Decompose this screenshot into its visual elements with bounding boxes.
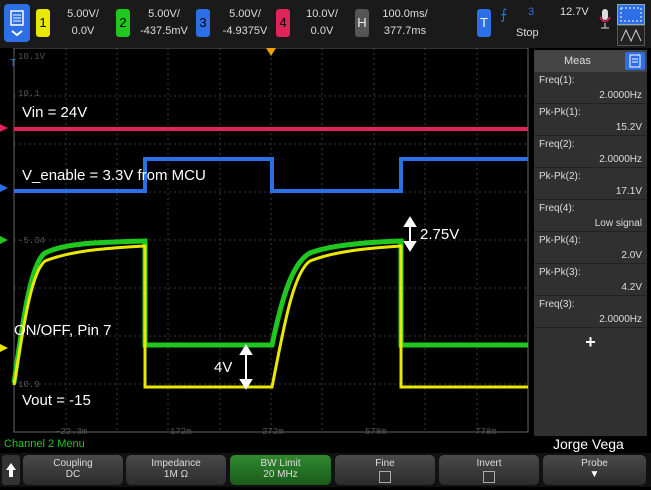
channel-3-number: 3 [196,9,210,37]
top-status-bar: 1 5.00V/ 0.0V 2 5.00V/ -437.5mV 3 5.00V/… [0,0,651,48]
measurement-value: Low signal [534,216,647,232]
menu-icon[interactable] [4,4,30,42]
annotation-venable: V_enable = 3.3V from MCU [22,167,206,184]
time-label: 578m [365,427,387,437]
softkey-label: Fine [375,458,395,469]
measurement-value: 17.1V [534,184,647,200]
measurement-menu-icon[interactable] [625,52,645,70]
coupling-softkey[interactable]: Coupling DC [23,455,123,485]
annotation-vin: Vin = 24V [22,104,88,121]
measurement-name: Freq(3): [539,299,575,310]
softkey-label: Probe [581,458,608,469]
channel-4-number: 4 [276,9,290,37]
measurement-value: 2.0000Hz [534,88,647,104]
measurement-item[interactable]: Pk-Pk(1): 15.2V [534,104,647,136]
measurement-name: Pk-Pk(3): [539,267,581,278]
annotation-onoff: ON/OFF, Pin 7 [14,322,112,339]
channel-2-scale: 5.00V/ [148,8,180,20]
measurement-name: Pk-Pk(1): [539,107,581,118]
time-label: 172m [170,427,192,437]
channel-1-number: 1 [36,9,50,37]
measurement-item[interactable]: Pk-Pk(4): 2.0V [534,232,647,264]
annotation-vout: Vout = -15 [22,392,91,409]
screenshot-icon[interactable] [617,4,645,25]
channel-3-scale: 5.00V/ [229,8,261,20]
waveform-icon[interactable] [617,25,645,46]
measurement-title: Meas [564,55,591,67]
channel-2-offset: -437.5mV [140,25,188,37]
left-label: 10.9 [18,380,40,390]
fine-softkey[interactable]: Fine [335,455,435,485]
time-label: -22.3m [55,427,87,437]
microphone-icon[interactable] [598,8,612,39]
annotation-delta-2-75v: 2.75V [420,226,460,243]
measurement-value: 15.2V [534,120,647,136]
measurement-header: Meas [534,50,647,72]
measurement-panel: Meas Freq(1): 2.0000Hz Pk-Pk(1): 15.2V Fre… [534,50,647,436]
author-label: Jorge Vega [553,436,624,452]
probe-down-icon: ▼ [589,469,600,480]
measurement-value: 2.0V [534,248,647,264]
measurement-value: 2.0000Hz [534,312,647,328]
horizontal-label: H [355,9,369,37]
trigger-edge-icon: ⨍ [500,6,508,22]
measurement-value: 4.2V [534,280,647,296]
invert-checkbox[interactable] [483,471,495,483]
horizontal-delay: 377.7ms [383,25,427,37]
measurement-item[interactable]: Freq(4): Low signal [534,200,647,232]
measurement-item[interactable]: Pk-Pk(2): 17.1V [534,168,647,200]
measurement-name: Pk-Pk(4): [539,235,581,246]
trigger-level: 12.7V [560,6,589,18]
time-label: 272m [262,427,284,437]
measurement-item[interactable]: Freq(1): 2.0000Hz [534,72,647,104]
measurement-item[interactable]: Freq(3): 2.0000Hz [534,296,647,328]
invert-softkey[interactable]: Invert [439,455,539,485]
impedance-softkey[interactable]: Impedance 1M Ω [126,455,226,485]
time-label: 778m [475,427,497,437]
measurement-name: Freq(1): [539,75,575,86]
softkey-label: Impedance [151,458,201,469]
trigger-marker-label: T [10,58,16,69]
softkey-label: BW Limit [260,458,301,469]
trigger-label: T [477,9,491,37]
measurement-name: Freq(4): [539,203,575,214]
channel-1-offset: 0.0V [71,25,95,37]
softkey-value: 1M Ω [163,469,189,480]
channel-2-number: 2 [116,9,130,37]
channel-1-scale: 5.00V/ [67,8,99,20]
probe-softkey[interactable]: Probe ▼ [543,455,646,485]
fine-checkbox[interactable] [379,471,391,483]
left-label: 10.1V [18,52,46,62]
measurement-name: Pk-Pk(2): [539,171,581,182]
measurement-item[interactable]: Freq(2): 2.0000Hz [534,136,647,168]
back-button[interactable] [2,455,20,485]
measurement-item[interactable]: Pk-Pk(3): 4.2V [534,264,647,296]
annotation-delta-4v: 4V [214,359,233,376]
bw-limit-softkey[interactable]: BW Limit 20 MHz [230,455,331,485]
measurement-value: 2.0000Hz [534,152,647,168]
horizontal-scale: 100.0ms/ [382,8,428,20]
left-label: -5.34 [18,236,45,246]
measurement-name: Freq(2): [539,139,575,150]
softkey-value: DC [65,469,81,480]
menu-title: Channel 2 Menu [4,438,85,450]
channel-4-offset: 0.0V [310,25,334,37]
channel-3-offset: -4.9375V [222,25,268,37]
trigger-mode: Stop [516,27,539,39]
channel-4-scale: 10.0V/ [306,8,338,20]
add-measurement-button[interactable]: + [534,332,647,353]
softkey-row: Coupling DC Impedance 1M Ω BW Limit 20 M… [0,453,651,487]
softkey-label: Invert [476,458,502,469]
softkey-label: Coupling [53,458,93,469]
trigger-channel: 3 [528,6,535,18]
softkey-value: 20 MHz [263,469,298,480]
left-label: 10.1 [18,89,40,99]
